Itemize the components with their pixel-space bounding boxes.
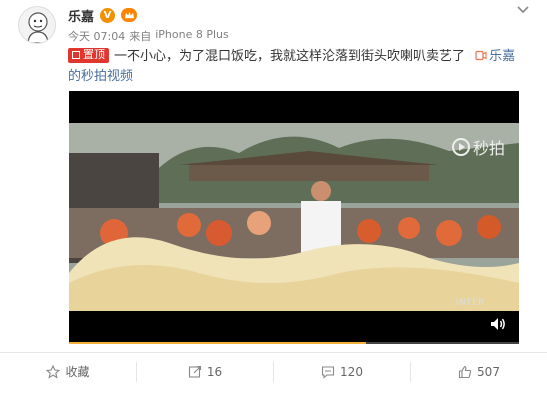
- pinned-badge: 置顶: [68, 47, 109, 63]
- thumbs-up-icon: [458, 365, 472, 378]
- volume-icon[interactable]: [489, 316, 507, 332]
- pinned-label: 置顶: [83, 48, 105, 61]
- favorite-label: 收藏: [65, 365, 90, 379]
- pin-icon: [72, 51, 80, 59]
- cartoon-avatar-icon: [27, 12, 49, 43]
- comment-button[interactable]: 120: [273, 361, 410, 382]
- user-avatar[interactable]: [18, 6, 56, 44]
- user-name-row: 乐嘉 V: [68, 6, 138, 25]
- user-name[interactable]: 乐嘉: [68, 6, 94, 25]
- like-button[interactable]: 507: [410, 361, 547, 382]
- post-time[interactable]: 今天 07:04: [68, 28, 125, 44]
- video-progress[interactable]: [69, 342, 519, 344]
- verified-badge[interactable]: V: [100, 7, 116, 23]
- miaopai-logo: 秒拍: [451, 135, 505, 159]
- post-body: 一不小心，为了混口饭吃，我就这样沦落到街头吹喇叭卖艺了: [114, 49, 466, 64]
- comment-count: 120: [340, 364, 363, 379]
- video-watermark: INTER: [455, 298, 485, 308]
- chevron-down-icon[interactable]: [515, 2, 531, 16]
- repost-button[interactable]: 16: [136, 361, 273, 382]
- repost-count: 16: [206, 364, 223, 379]
- member-crown-icon[interactable]: [121, 8, 138, 22]
- video-player[interactable]: 秒拍 INTER: [69, 91, 519, 344]
- favorite-button[interactable]: 收藏: [0, 362, 136, 382]
- logo-text: 秒拍: [472, 139, 505, 158]
- play-circle-icon: [451, 138, 470, 156]
- repost-icon: [188, 365, 201, 378]
- star-icon: [46, 364, 61, 379]
- post-text: 置顶 一不小心，为了混口饭吃，我就这样沦落到街头吹喇叭卖艺了 乐嘉的秒拍视频: [68, 47, 528, 87]
- post-meta: 今天 07:04 来自 iPhone 8 Plus: [68, 28, 229, 44]
- video-progress-fill: [69, 342, 366, 344]
- action-bar: 收藏 16 120 507: [0, 352, 547, 390]
- video-link-icon: [475, 50, 487, 61]
- source-prefix: 来自: [129, 30, 152, 43]
- post-source: iPhone 8 Plus: [155, 28, 229, 41]
- weibo-post-card: 乐嘉 V 今天 07:04 来自 iPhone 8 Plus 置顶 一不小心，为了…: [0, 0, 547, 401]
- like-count: 507: [477, 364, 500, 379]
- comment-icon: [321, 365, 335, 379]
